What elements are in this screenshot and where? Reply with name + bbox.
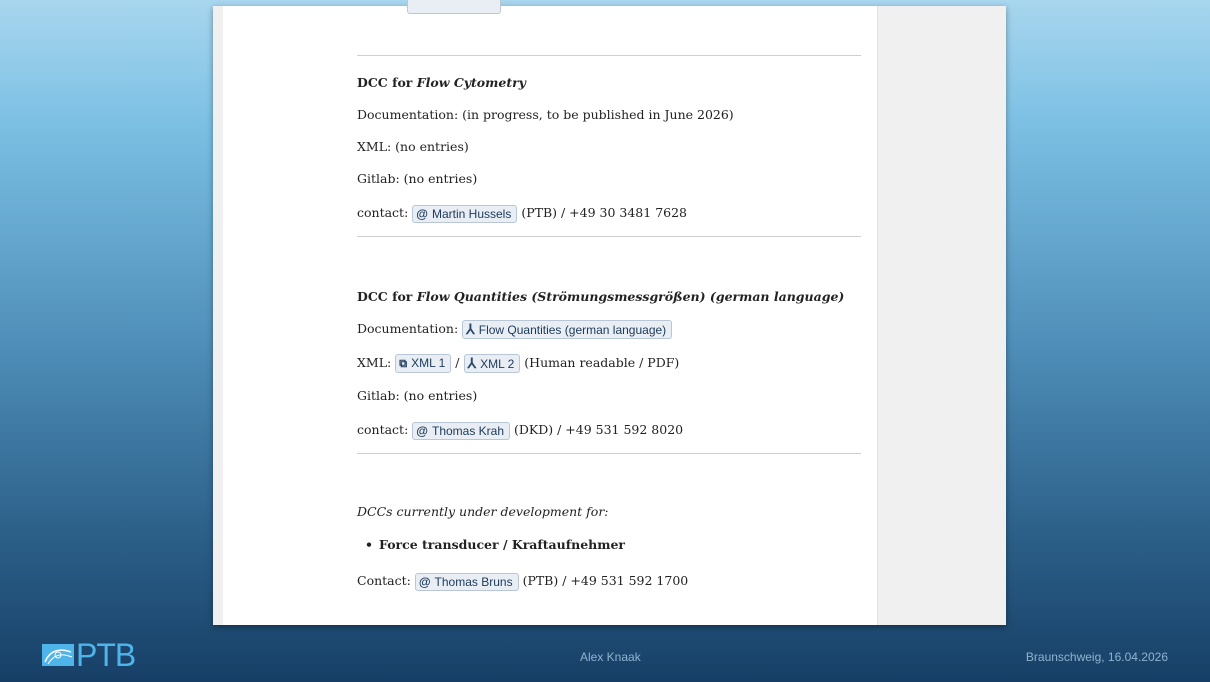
ptb-logo: PTB xyxy=(42,637,136,673)
external-link-icon: ⧉ xyxy=(399,358,408,370)
pdf-icon: ⅄ xyxy=(467,355,477,371)
flow-quantities-contact: contact: @ Thomas Krah (DKD) / +49 531 59… xyxy=(357,421,684,440)
email-icon: @ xyxy=(418,574,431,589)
flow-cytometry-contact: contact: @ Martin Hussels (PTB) / +49 30 … xyxy=(357,204,687,223)
ptb-logo-mark-icon xyxy=(42,644,74,666)
email-icon: @ xyxy=(416,423,428,438)
contact-thomas-krah-button[interactable]: @ Thomas Krah xyxy=(412,421,511,440)
email-icon: @ xyxy=(416,206,428,221)
xml-1-link[interactable]: ⧉ XML 1 xyxy=(395,354,452,373)
cut-off-contact-line xyxy=(407,0,501,14)
contact-label: contact: xyxy=(357,205,409,220)
document-content: DCC for Flow Cytometry Documentation: (i… xyxy=(357,0,861,625)
place-date: Braunschweig, 16.04.2026 xyxy=(1025,650,1168,664)
ptb-logo-text: PTB xyxy=(76,636,136,673)
section-divider xyxy=(357,236,861,237)
flow-cytometry-xml: XML: (no entries) xyxy=(357,139,469,154)
flow-quantities-gitlab: Gitlab: (no entries) xyxy=(357,388,478,403)
development-intro: DCCs currently under development for: xyxy=(357,504,609,519)
development-contact: Contact: @ Thomas Bruns (PTB) / +49 531 5… xyxy=(357,572,689,591)
document-sheet: DCC for Flow Cytometry Documentation: (i… xyxy=(223,0,878,625)
contact-martin-hussels-button[interactable]: @ Martin Hussels xyxy=(412,204,518,223)
cut-off-contact-button[interactable] xyxy=(407,0,501,14)
flow-quantities-xml: XML: ⧉ XML 1 / ⅄ XML 2 (Human readable / P… xyxy=(357,354,680,373)
contact-thomas-bruns-button[interactable]: @ Thomas Bruns xyxy=(414,572,519,591)
flow-cytometry-documentation: Documentation: (in progress, to be publi… xyxy=(357,107,734,122)
flow-quantities-title: DCC for Flow Quantities (Strömungsmessgr… xyxy=(357,289,845,304)
flow-cytometry-gitlab: Gitlab: (no entries) xyxy=(357,171,478,186)
presenter-name: Alex Knaak xyxy=(580,650,641,664)
development-item: Force transducer / Kraftaufnehmer xyxy=(365,536,625,554)
slide-page: DCC for Flow Cytometry Documentation: (i… xyxy=(213,0,1006,625)
flow-cytometry-title: DCC for Flow Cytometry xyxy=(357,75,526,90)
contact-details: (PTB) / +49 30 3481 7628 xyxy=(521,205,688,220)
flow-quantities-documentation: Documentation: ⅄ Flow Quantities (german … xyxy=(357,320,673,339)
slide-footer: PTB Alex Knaak Braunschweig, 16.04.2026 xyxy=(0,637,1210,682)
pdf-icon: ⅄ xyxy=(466,321,475,337)
section-divider xyxy=(357,453,861,454)
section-divider xyxy=(357,55,861,56)
xml-2-link[interactable]: ⅄ XML 2 xyxy=(463,354,521,373)
flow-quantities-doc-link[interactable]: ⅄ Flow Quantities (german language) xyxy=(462,320,673,339)
